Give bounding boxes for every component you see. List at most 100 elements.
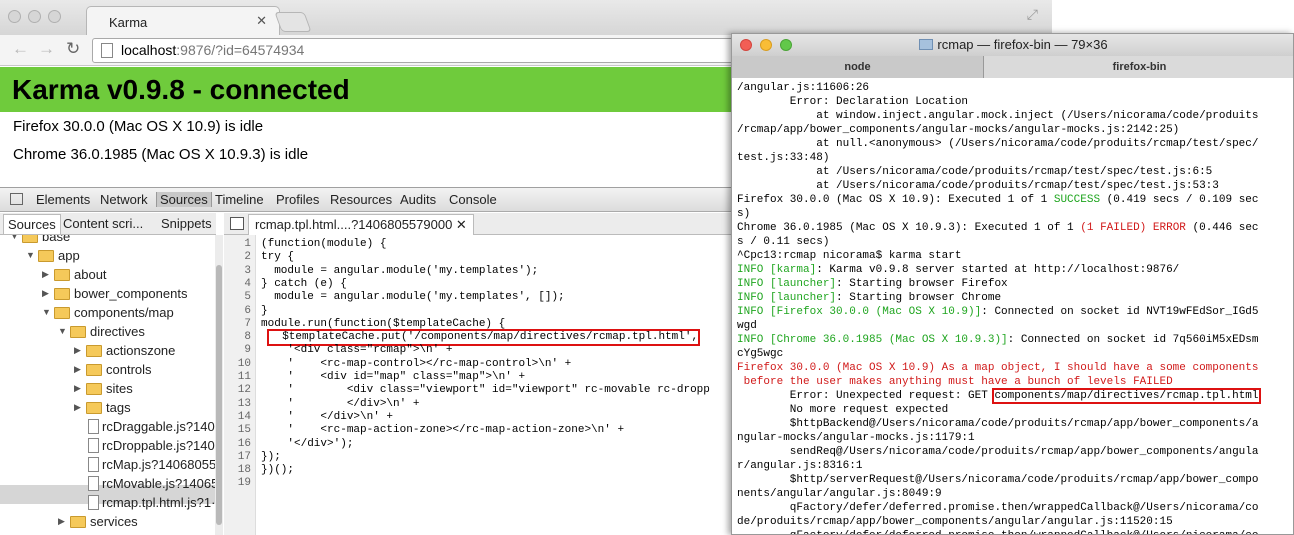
folder-icon (54, 307, 70, 319)
tree-item[interactable]: rcMovable.js?14065 (0, 475, 216, 494)
terminal-line: at window.inject.angular.mock.inject (/U… (737, 109, 1293, 123)
terminal-text: : Karma v0.9.8 server started at http://… (816, 264, 1180, 276)
terminal-text: test.js:33:48) (737, 152, 830, 164)
tree-item[interactable]: ▼ base (0, 235, 216, 247)
disclosure-open-icon[interactable]: ▼ (58, 326, 67, 336)
tree-item[interactable]: rcmap.tpl.html.js?1· (0, 494, 216, 513)
tree-item-label: tags (106, 400, 131, 415)
tree-item[interactable]: ▶ services (0, 513, 216, 532)
tree-item-label: actionszone (106, 343, 176, 358)
navigator-tab-snippets[interactable]: Snippets (161, 216, 212, 231)
tab-karma[interactable]: Karma ✕ (86, 6, 280, 35)
disclosure-closed-icon[interactable]: ▶ (74, 345, 81, 356)
tab-resources[interactable]: Resources (330, 192, 392, 207)
window-zoom-button[interactable] (48, 10, 61, 23)
window-close-button[interactable] (8, 10, 21, 23)
disclosure-closed-icon[interactable]: ▶ (42, 288, 49, 299)
window-minimize-button[interactable] (28, 10, 41, 23)
terminal-text: at null.<anonymous> (/Users/nicorama/cod… (737, 138, 1259, 150)
terminal-text: Firefox 30.0.0 (Mac OS X 10.9) As a map … (737, 362, 1259, 374)
terminal-line: INFO [launcher]: Starting browser Chrome (737, 291, 1293, 305)
disclosure-closed-icon[interactable]: ▶ (58, 516, 65, 527)
terminal-text: s) (737, 208, 751, 220)
terminal-minimize-button[interactable] (760, 39, 772, 51)
terminal-text: Chrome 36.0.1985 (Mac OS X 10.9.3): Exec… (737, 222, 1081, 234)
terminal-line: de/produits/rcmap/app/bower_components/a… (737, 515, 1293, 529)
tree-item[interactable]: ▼ app (0, 247, 216, 266)
dock-icon[interactable] (10, 193, 23, 205)
line-number: 16 (237, 437, 251, 450)
terminal-line: Error: Declaration Location (737, 95, 1293, 109)
folder-icon (22, 235, 38, 243)
tree-item-label: rcMap.js?14068055 (102, 457, 216, 472)
line-number: 19 (237, 477, 251, 490)
editor-tab-rcmap-tpl[interactable]: rcmap.tpl.html....?1406805579000 ✕ (248, 214, 474, 235)
navigator-toggle-icon[interactable] (230, 217, 244, 230)
tree-item[interactable]: ▼ directives (0, 323, 216, 342)
scrollbar-thumb[interactable] (216, 265, 222, 525)
disclosure-open-icon[interactable]: ▼ (42, 307, 51, 317)
tab-elements[interactable]: Elements (36, 192, 90, 207)
tree-item[interactable]: rcDraggable.js?1406 (0, 418, 216, 437)
terminal-line: cYg5wgc (737, 347, 1293, 361)
tree-item[interactable]: rcDroppable.js?140 (0, 437, 216, 456)
code-line: } catch (e) { (261, 277, 347, 290)
terminal-line: /angular.js:11606:26 (737, 81, 1293, 95)
terminal-text: de/produits/rcmap/app/bower_components/a… (737, 516, 1173, 528)
tree-item[interactable]: ▶ bower_components (0, 285, 216, 304)
terminal-zoom-button[interactable] (780, 39, 792, 51)
tree-item[interactable]: rcMap.js?14068055 (0, 456, 216, 475)
file-icon (88, 438, 99, 453)
tab-console[interactable]: Console (449, 192, 497, 207)
forward-button[interactable]: → (38, 39, 55, 59)
terminal-line: /rcmap/app/bower_components/angular-mock… (737, 123, 1293, 137)
terminal-text: : Starting browser Firefox (836, 278, 1008, 290)
folder-icon (38, 250, 54, 262)
tree-item[interactable]: ▶ tags (0, 399, 216, 418)
terminal-line: $http/serverRequest@/Users/nicorama/code… (737, 473, 1293, 487)
reload-button[interactable]: ↻ (66, 39, 80, 59)
tab-timeline[interactable]: Timeline (215, 192, 264, 207)
tree-item[interactable]: ▼ components/map (0, 304, 216, 323)
disclosure-open-icon[interactable]: ▼ (10, 235, 19, 241)
terminal-tab-firefox-bin[interactable]: firefox-bin (984, 56, 1293, 78)
tab-profiles[interactable]: Profiles (276, 192, 319, 207)
tree-item[interactable]: ▶ about (0, 266, 216, 285)
tree-item[interactable]: ▶ actionszone (0, 342, 216, 361)
terminal-text: qFactory/defer/deferred.promise.then/wra… (737, 530, 1259, 534)
terminal-output[interactable]: /angular.js:11606:26 Error: Declaration … (737, 81, 1293, 534)
screen: Karma ✕ ⤢ ← → ↻ localhost:9876/?id=64574… (0, 0, 1294, 535)
folder-icon (86, 345, 102, 357)
new-tab-button[interactable] (274, 12, 312, 32)
tab-network[interactable]: Network (100, 192, 148, 207)
disclosure-closed-icon[interactable]: ▶ (74, 364, 81, 375)
line-number: 13 (237, 397, 251, 410)
navigator-tab-sources[interactable]: Sources (3, 214, 61, 234)
terminal-line: Chrome 36.0.1985 (Mac OS X 10.9.3): Exec… (737, 221, 1293, 235)
code-line: ' <rc-map-control></rc-map-control>\n' + (261, 357, 572, 370)
tab-audits[interactable]: Audits (400, 192, 436, 207)
fullscreen-icon[interactable]: ⤢ (1027, 6, 1038, 23)
tab-close-icon[interactable]: ✕ (256, 13, 267, 29)
back-button[interactable]: ← (12, 39, 29, 59)
terminal-close-button[interactable] (740, 39, 752, 51)
line-number: 2 (244, 251, 251, 264)
terminal-text: wgd (737, 320, 757, 332)
tree-item-label: services (90, 514, 138, 529)
terminal-text: ^Cpc13:rcmap nicorama$ karma start (737, 250, 962, 262)
navigator-tab-content-scripts[interactable]: Content scri... (63, 216, 143, 231)
tree-item[interactable]: ▶ sites (0, 380, 216, 399)
folder-icon (86, 402, 102, 414)
tab-sources[interactable]: Sources (156, 192, 212, 207)
tree-item[interactable]: ▶ controls (0, 361, 216, 380)
terminal-tab-node[interactable]: node (732, 56, 984, 78)
navigator-scrollbar[interactable] (215, 235, 223, 535)
line-number: 8 (244, 331, 251, 344)
disclosure-closed-icon[interactable]: ▶ (42, 269, 49, 280)
line-number: 1 (244, 238, 251, 250)
address-bar[interactable]: localhost:9876/?id=64574934 (92, 38, 752, 63)
disclosure-open-icon[interactable]: ▼ (26, 250, 35, 260)
disclosure-closed-icon[interactable]: ▶ (74, 402, 81, 413)
line-number: 14 (237, 410, 251, 423)
disclosure-closed-icon[interactable]: ▶ (74, 383, 81, 394)
